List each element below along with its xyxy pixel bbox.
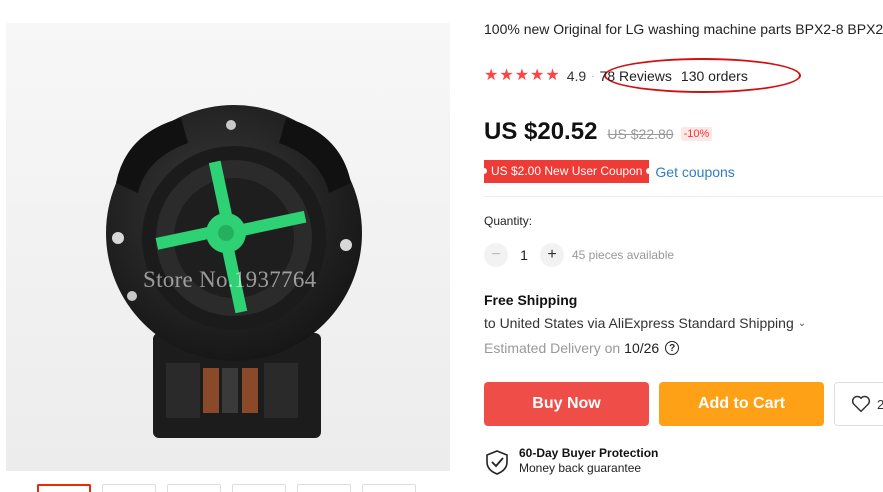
reviews-link[interactable]: 78 Reviews — [600, 68, 672, 84]
buy-now-button[interactable]: Buy Now — [484, 382, 649, 426]
shipping-method-text: to United States via AliExpress Standard… — [484, 315, 794, 331]
quantity-value[interactable]: 1 — [508, 247, 540, 263]
orders-count: 130 orders — [680, 68, 748, 84]
product-main-image[interactable]: Store No.1937764 — [6, 23, 450, 471]
wishlist-count: 2 — [877, 396, 883, 412]
protection-title: 60-Day Buyer Protection — [519, 446, 659, 460]
star-icon: ★ — [484, 67, 499, 84]
chevron-down-icon: ⌄ — [797, 317, 807, 329]
coupon-row: US $2.00 New User Coupon Get coupons — [480, 160, 735, 183]
protection-subtitle: Money back guarantee — [519, 461, 642, 475]
star-icon: ★ — [499, 67, 514, 84]
star-icon: ★ — [545, 67, 560, 84]
estimated-delivery: Estimated Delivery on 10/26 ? — [484, 340, 680, 356]
quantity-stepper: − 1 + 45 pieces available — [484, 243, 674, 267]
pump-motor-image — [106, 105, 362, 438]
shipping-method-selector[interactable]: to United States via AliExpress Standard… — [484, 315, 806, 331]
quantity-label: Quantity: — [484, 214, 533, 228]
pieces-available: 45 pieces available — [572, 248, 675, 262]
divider — [484, 196, 883, 197]
quantity-decrease-button[interactable]: − — [484, 243, 508, 267]
rating-row: ★ ★ ★ ★ ★ 4.9 · 78 Reviews 130 orders — [484, 66, 748, 86]
delivery-label: Estimated Delivery on — [484, 340, 621, 356]
heart-icon — [851, 395, 871, 413]
thumbnail-3[interactable] — [167, 484, 221, 492]
add-to-cart-button[interactable]: Add to Cart — [659, 382, 824, 426]
store-watermark: Store No.1937764 — [143, 267, 317, 292]
delivery-date: 10/26 — [624, 340, 660, 356]
rating-score: 4.9 — [566, 68, 587, 84]
thumbnail-5[interactable] — [297, 484, 351, 492]
thumbnail-2[interactable] — [102, 484, 156, 492]
star-icon: ★ — [530, 67, 545, 84]
thumbnail-strip — [37, 484, 416, 492]
current-price: US $20.52 — [484, 118, 598, 145]
star-rating[interactable]: ★ ★ ★ ★ ★ — [484, 68, 560, 84]
price-row: US $20.52 US $22.80 -10% — [484, 118, 713, 146]
help-icon[interactable]: ? — [665, 341, 680, 355]
quantity-increase-button[interactable]: + — [540, 243, 564, 267]
buyer-protection: 60-Day Buyer Protection Money back guara… — [484, 446, 658, 476]
wishlist-button[interactable]: 2 — [834, 382, 883, 426]
thumbnail-6[interactable] — [362, 484, 416, 492]
new-user-coupon[interactable]: US $2.00 New User Coupon — [480, 160, 653, 183]
shipping-title: Free Shipping — [484, 292, 578, 308]
shield-check-icon — [486, 450, 508, 475]
thumbnail-4[interactable] — [232, 484, 286, 492]
get-coupons-link[interactable]: Get coupons — [655, 164, 734, 180]
rating-separator: · — [591, 70, 595, 82]
discount-badge: -10% — [680, 127, 713, 141]
thumbnail-1[interactable] — [37, 484, 91, 492]
star-icon: ★ — [514, 67, 530, 84]
original-price: US $22.80 — [607, 126, 674, 142]
product-title: 100% new Original for LG washing machine… — [484, 21, 883, 37]
